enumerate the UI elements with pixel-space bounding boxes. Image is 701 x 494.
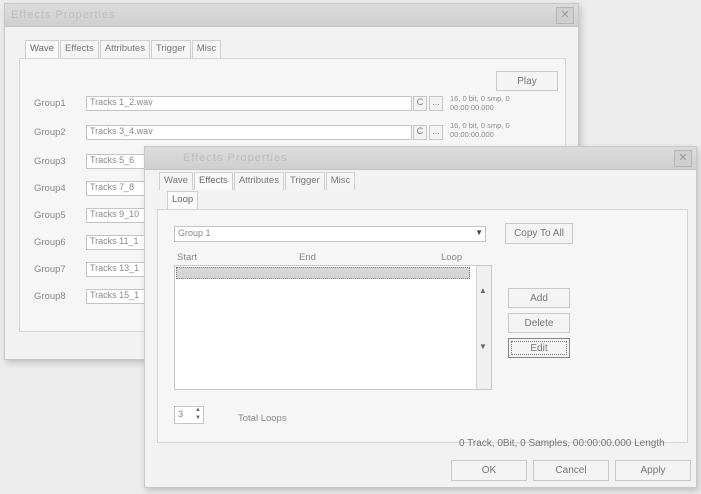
group-label: Group1: [34, 98, 66, 109]
subtab-loop[interactable]: Loop: [167, 191, 199, 209]
group-label: Group3: [34, 156, 66, 167]
group-label: Group4: [34, 183, 66, 194]
loop-panel: Group 1 ▼ Copy To All Start End Loop ▲ ▼…: [157, 209, 688, 443]
front-tab-effects[interactable]: Effects: [193, 172, 233, 190]
back-tab-trigger[interactable]: Trigger: [150, 40, 191, 58]
front-tab-misc[interactable]: Misc: [325, 172, 356, 190]
back-title-bar[interactable]: Effects Properties ✕: [5, 4, 578, 27]
front-tab-attributes[interactable]: Attributes: [233, 172, 284, 190]
group-select[interactable]: Group 1 ▼: [174, 226, 486, 242]
group-label: Group6: [34, 237, 66, 248]
apply-button[interactable]: Apply: [615, 460, 691, 481]
cancel-button[interactable]: Cancel: [533, 460, 609, 481]
back-tab-effects[interactable]: Effects: [59, 40, 99, 58]
clear-button[interactable]: C: [413, 125, 427, 140]
spin-up-icon[interactable]: ▲: [195, 407, 201, 413]
group-label: Group7: [34, 264, 66, 275]
front-tab-wave[interactable]: Wave: [159, 172, 193, 190]
clear-button[interactable]: C: [413, 96, 427, 111]
group-select-value: Group 1: [178, 228, 211, 238]
front-window-title: Effects Properties: [183, 152, 288, 164]
ok-button[interactable]: OK: [451, 460, 527, 481]
back-close-icon[interactable]: ✕: [556, 7, 574, 24]
track-file-field[interactable]: Tracks 3_4.wav: [86, 125, 412, 140]
group-label: Group5: [34, 210, 66, 221]
group-label: Group2: [34, 127, 66, 138]
track-info: 16, 0 bit, 0 smp, 0 00:00:00.000: [450, 121, 510, 139]
track-info: 16, 0 bit, 0 smp, 0 00:00:00.000: [450, 94, 510, 112]
front-title-bar[interactable]: Effects Properties ✕: [145, 147, 696, 170]
back-tab-attributes[interactable]: Attributes: [99, 40, 150, 58]
list-scrollbar[interactable]: ▲ ▼: [476, 266, 491, 389]
edit-button[interactable]: Edit: [508, 338, 570, 358]
list-item-selected[interactable]: [176, 267, 470, 279]
delete-button[interactable]: Delete: [508, 313, 570, 333]
loop-list[interactable]: ▲ ▼: [174, 265, 492, 390]
back-window-title: Effects Properties: [11, 9, 116, 21]
copy-to-all-button[interactable]: Copy To All: [505, 223, 573, 244]
add-button[interactable]: Add: [508, 288, 570, 308]
front-close-icon[interactable]: ✕: [674, 150, 692, 167]
front-tab-trigger[interactable]: Trigger: [284, 172, 325, 190]
play-button[interactable]: Play: [496, 71, 558, 91]
back-tab-misc[interactable]: Misc: [191, 40, 222, 58]
track-file-field[interactable]: Tracks 1_2.wav: [86, 96, 412, 111]
column-start: Start: [177, 252, 198, 263]
column-end: End: [299, 252, 316, 263]
browse-button[interactable]: ...: [429, 96, 443, 111]
total-loops-label: Total Loops: [238, 413, 287, 424]
front-window: Effects Properties ✕ Wave Effects Attrib…: [144, 146, 697, 488]
group-label: Group8: [34, 291, 66, 302]
back-tab-bar: Wave Effects Attributes Trigger Misc: [25, 40, 222, 58]
front-tab-bar: Wave Effects Attributes Trigger Misc: [159, 172, 356, 190]
total-loops-spinner[interactable]: 3 ▲ ▼: [174, 406, 204, 424]
status-text: 0 Track, 0Bit, 0 Samples, 00:00:00.000 L…: [459, 438, 665, 449]
back-tab-wave[interactable]: Wave: [25, 40, 59, 58]
chevron-down-icon: ▼: [475, 228, 483, 237]
spin-down-icon[interactable]: ▼: [195, 415, 201, 421]
column-loop: Loop: [441, 252, 463, 263]
front-subtab-bar: Loop: [167, 191, 199, 209]
scroll-down-icon[interactable]: ▼: [479, 342, 487, 351]
scroll-up-icon[interactable]: ▲: [479, 286, 487, 295]
browse-button[interactable]: ...: [429, 125, 443, 140]
total-loops-value: 3: [178, 409, 184, 419]
